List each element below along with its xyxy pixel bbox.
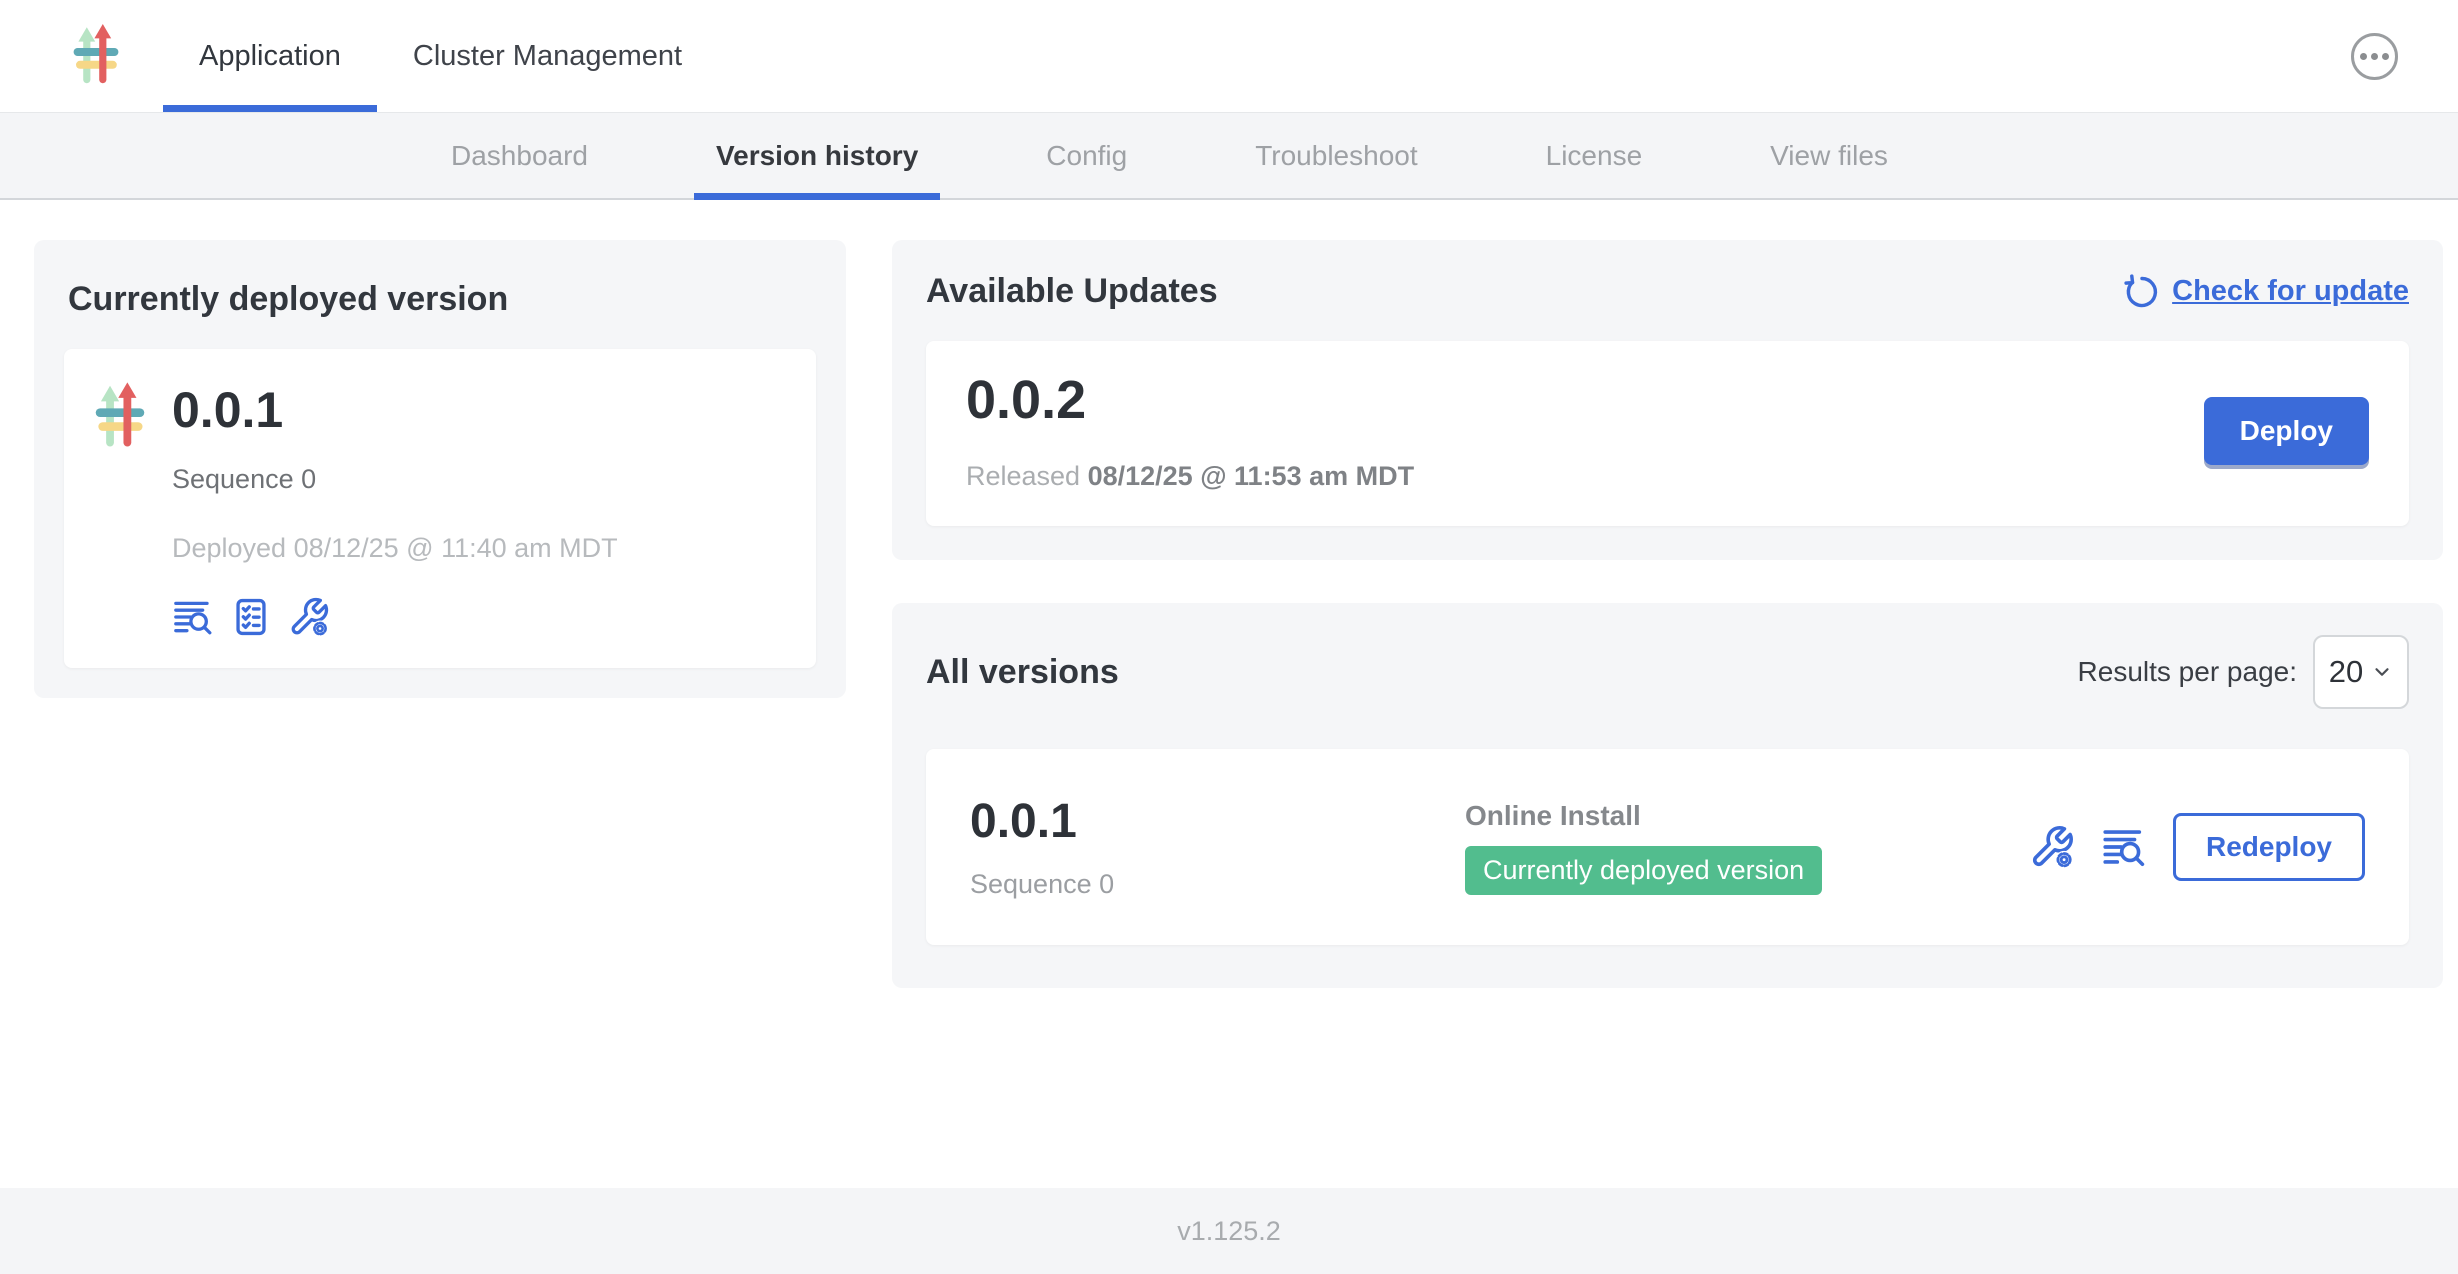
deployed-version-panel: 0.0.1 Sequence 0 Deployed 08/12/25 @ 11:… [64, 349, 816, 668]
right-column: Available Updates Check for update 0.0.2… [892, 240, 2443, 988]
deployed-sequence: Sequence 0 [172, 464, 618, 495]
app-logo-arrows-icon [94, 377, 146, 457]
redeploy-button[interactable]: Redeploy [2173, 813, 2365, 881]
update-version-number: 0.0.2 [966, 369, 1414, 431]
deployed-action-icons [172, 596, 618, 638]
tab-view-files-label: View files [1770, 140, 1888, 172]
available-update-row: 0.0.2 Released 08/12/25 @ 11:53 am MDT D… [926, 341, 2409, 526]
update-released-line: Released 08/12/25 @ 11:53 am MDT [966, 461, 1414, 492]
tab-config-label: Config [1046, 140, 1127, 172]
version-row: 0.0.1 Sequence 0 Online Install Currentl… [926, 749, 2409, 945]
results-per-page: Results per page: 20 [2078, 635, 2409, 709]
main-content: Currently deployed version 0.0.1 Sequenc… [0, 200, 2458, 1188]
tab-view-files[interactable]: View files [1748, 113, 1910, 198]
tab-dashboard-label: Dashboard [451, 140, 588, 172]
top-tab-bar: Application Cluster Management [163, 0, 718, 112]
tab-troubleshoot-label: Troubleshoot [1255, 140, 1417, 172]
tab-version-history[interactable]: Version history [694, 113, 940, 198]
available-updates-card: Available Updates Check for update 0.0.2… [892, 240, 2443, 560]
config-icon[interactable] [288, 596, 330, 638]
app-icon [94, 377, 146, 638]
currently-deployed-title: Currently deployed version [68, 280, 816, 319]
console-version: v1.125.2 [1177, 1216, 1281, 1247]
preflight-checks-icon[interactable] [230, 596, 272, 638]
results-per-page-label: Results per page: [2078, 656, 2297, 688]
version-row-actions: Redeploy [2029, 813, 2365, 881]
currently-deployed-card: Currently deployed version 0.0.1 Sequenc… [34, 240, 846, 698]
top-nav: Application Cluster Management [0, 0, 2458, 113]
available-updates-header: Available Updates Check for update [926, 272, 2409, 311]
refresh-icon [2124, 274, 2160, 310]
config-icon[interactable] [2029, 824, 2075, 870]
logs-icon[interactable] [172, 596, 214, 638]
logs-icon[interactable] [2101, 824, 2147, 870]
tab-config[interactable]: Config [1024, 113, 1149, 198]
tab-license[interactable]: License [1524, 113, 1665, 198]
install-type: Online Install [1465, 800, 1822, 832]
results-per-page-select[interactable]: 20 [2313, 635, 2409, 709]
version-row-info: 0.0.1 Sequence 0 [970, 794, 1465, 900]
left-column: Currently deployed version 0.0.1 Sequenc… [34, 240, 846, 698]
update-info: 0.0.2 Released 08/12/25 @ 11:53 am MDT [966, 369, 1414, 492]
deployed-version-number: 0.0.1 [172, 383, 618, 438]
tab-cluster-management[interactable]: Cluster Management [377, 0, 718, 112]
all-versions-card: All versions Results per page: 20 0.0.1 … [892, 603, 2443, 988]
check-for-update-link[interactable]: Check for update [2124, 274, 2409, 310]
version-row-sequence: Sequence 0 [970, 869, 1465, 900]
tab-application-label: Application [199, 40, 341, 73]
tab-application[interactable]: Application [163, 0, 377, 112]
status-badge: Currently deployed version [1465, 846, 1822, 895]
version-row-status: Online Install Currently deployed versio… [1465, 800, 1822, 895]
check-for-update-label: Check for update [2172, 275, 2409, 308]
available-updates-title: Available Updates [926, 272, 1218, 311]
chevron-down-icon [2371, 661, 2393, 683]
tab-cluster-management-label: Cluster Management [413, 40, 682, 73]
tab-version-history-label: Version history [716, 140, 918, 172]
all-versions-title: All versions [926, 653, 1119, 692]
deployed-version-info: 0.0.1 Sequence 0 Deployed 08/12/25 @ 11:… [172, 377, 618, 638]
tab-license-label: License [1546, 140, 1643, 172]
tab-troubleshoot[interactable]: Troubleshoot [1233, 113, 1439, 198]
footer: v1.125.2 [0, 1188, 2458, 1274]
released-prefix: Released [966, 461, 1080, 491]
app-logo-arrows-icon [72, 20, 120, 92]
ellipsis-menu-icon[interactable] [2351, 33, 2398, 80]
all-versions-header: All versions Results per page: 20 [926, 635, 2409, 709]
released-date: 08/12/25 @ 11:53 am MDT [1088, 461, 1415, 491]
tab-dashboard[interactable]: Dashboard [429, 113, 610, 198]
app-logo [72, 0, 120, 112]
version-row-number: 0.0.1 [970, 794, 1465, 849]
app-sub-nav: Dashboard Version history Config Trouble… [0, 113, 2458, 200]
deployed-timestamp: Deployed 08/12/25 @ 11:40 am MDT [172, 533, 618, 564]
deploy-button[interactable]: Deploy [2204, 397, 2369, 465]
results-per-page-value: 20 [2329, 654, 2363, 690]
